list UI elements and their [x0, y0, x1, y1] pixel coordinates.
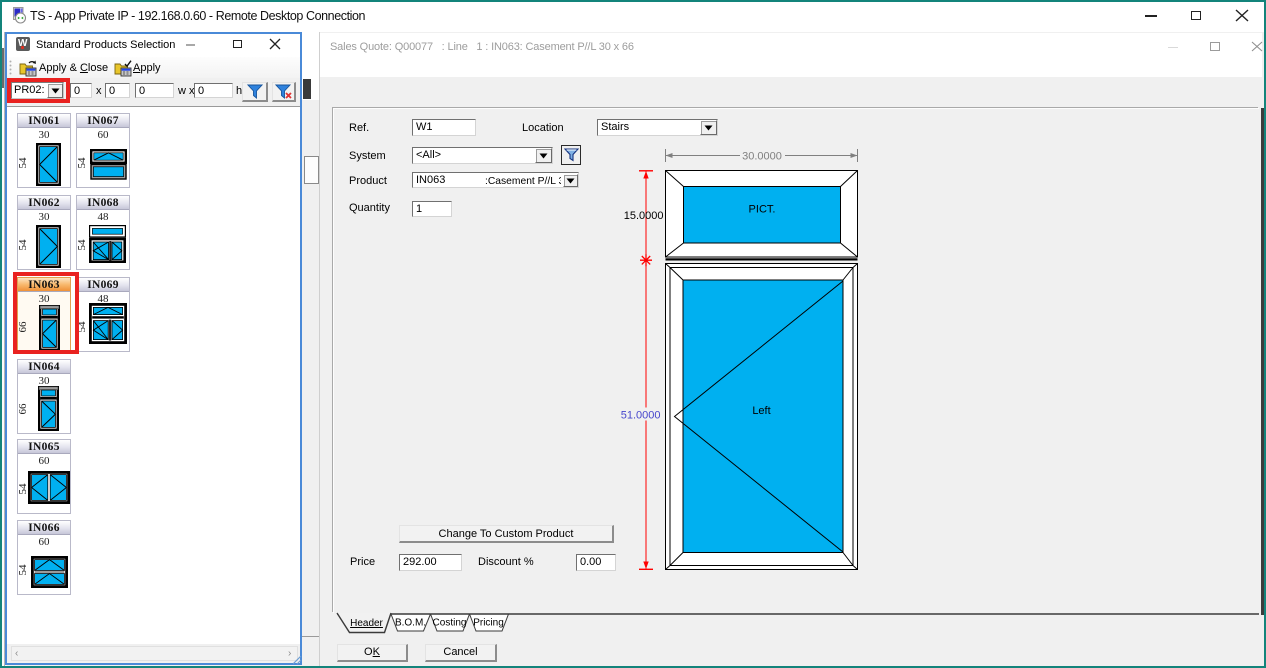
svg-text:15.0000: 15.0000: [624, 210, 664, 222]
svg-text:PICT.: PICT.: [749, 204, 776, 216]
svg-text:51.0000: 51.0000: [621, 410, 661, 422]
svg-text:Costing: Costing: [433, 618, 467, 629]
svg-text:Left: Left: [752, 405, 770, 417]
svg-text:B.O.M.: B.O.M.: [395, 618, 426, 629]
svg-text:Pricing: Pricing: [473, 618, 504, 629]
svg-text:30.0000: 30.0000: [742, 151, 782, 163]
svg-text:Header: Header: [350, 618, 383, 629]
